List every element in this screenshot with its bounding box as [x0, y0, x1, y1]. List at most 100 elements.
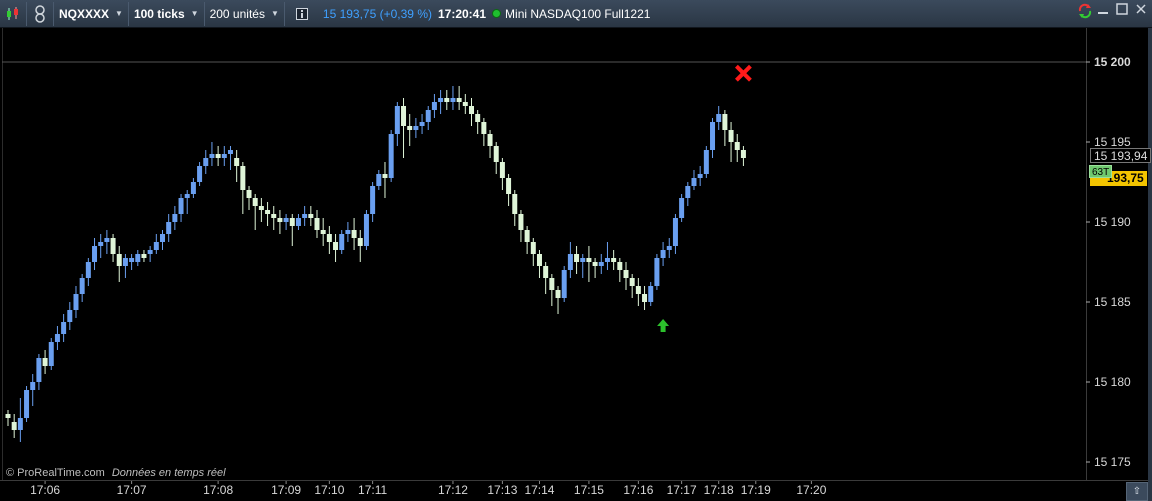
candle-body — [444, 98, 450, 102]
candle-body — [469, 106, 474, 114]
candle-body — [203, 158, 209, 166]
candle-body — [98, 242, 104, 246]
candle-body — [530, 242, 536, 254]
candle-body — [660, 250, 666, 258]
candle-body — [493, 146, 499, 162]
marker-layer — [657, 64, 752, 332]
price-axis-labels: 15 200 15 195 15 190 15 185 15 180 15 175 — [1086, 55, 1131, 469]
candle-body — [30, 382, 36, 390]
price-tick-label: 15 180 — [1094, 375, 1131, 389]
candle-body — [419, 122, 425, 126]
candle-body — [357, 238, 363, 246]
candle-body — [518, 214, 524, 230]
candle-body — [308, 214, 314, 218]
candle-body — [648, 286, 654, 302]
price-tick-label: 15 175 — [1094, 455, 1131, 469]
candle-body — [740, 150, 746, 158]
candle-body — [382, 174, 388, 178]
candle-body — [524, 230, 530, 242]
candle-body — [561, 270, 567, 298]
candle-body — [580, 258, 586, 262]
candle-body — [604, 258, 610, 262]
watermark-site: © ProRealTime.com — [6, 467, 105, 479]
candle-body — [172, 214, 178, 222]
candle-body — [567, 254, 573, 270]
candle-body — [629, 278, 635, 286]
candle-body — [104, 238, 110, 242]
watermark-tagline: Données en temps réel — [111, 467, 226, 479]
buy-arrow-icon — [657, 319, 670, 332]
time-axis-labels: 17:06 17:07 17:08 17:09 17:10 17:11 17:12 17:13… — [30, 481, 827, 497]
candle-body — [252, 198, 258, 206]
candle-body — [413, 126, 419, 130]
candle-body — [320, 230, 326, 234]
price-tick-label: 15 190 — [1094, 215, 1131, 229]
candle-body — [147, 250, 153, 254]
candle-layer — [5, 86, 746, 442]
candle-body — [376, 174, 382, 186]
time-tick-label: 17:09 — [271, 483, 301, 497]
candle-body — [339, 234, 345, 250]
candle-body — [536, 254, 542, 266]
candle-body — [265, 210, 271, 214]
candle-body — [370, 186, 376, 214]
candlestick-chart: 15 200 15 195 15 190 15 185 15 180 15 175 17:… — [2, 55, 1131, 497]
candle-body — [394, 106, 400, 134]
candle-body — [215, 154, 221, 158]
candle-body — [425, 110, 431, 122]
candle-body — [431, 102, 437, 110]
candle-body — [110, 238, 116, 254]
candle-body — [85, 262, 91, 278]
time-tick-label: 17:12 — [438, 483, 468, 497]
time-tick-label: 17:13 — [487, 483, 517, 497]
candle-body — [487, 134, 493, 146]
candle-body — [42, 358, 48, 366]
candle-body — [722, 114, 728, 130]
candle-body — [5, 414, 11, 418]
candle-body — [481, 122, 487, 134]
candle-body — [475, 114, 481, 122]
candle-body — [295, 218, 301, 226]
candle-body — [586, 258, 592, 262]
candle-body — [499, 162, 505, 178]
candle-body — [271, 214, 277, 218]
candle-body — [462, 102, 468, 106]
candle-body — [679, 198, 685, 218]
candle-body — [61, 322, 67, 334]
time-tick-label: 17:08 — [203, 483, 233, 497]
candle-body — [11, 422, 17, 430]
candle-body — [36, 358, 42, 382]
candle-body — [178, 198, 184, 214]
time-tick-label: 17:16 — [623, 483, 653, 497]
candle-body — [209, 154, 215, 158]
price-tick-label: 15 195 — [1094, 135, 1131, 149]
time-tick-label: 17:11 — [358, 483, 387, 497]
candle-body — [555, 290, 561, 298]
candle-body — [363, 214, 369, 246]
candle-body — [703, 150, 709, 174]
candle-body — [611, 258, 617, 262]
candle-body — [326, 234, 332, 242]
candle-body — [438, 98, 444, 102]
candle-body — [635, 286, 641, 294]
candle-body — [543, 266, 549, 278]
candle-body — [67, 310, 73, 322]
candle-body — [54, 334, 60, 342]
candle-body — [302, 214, 308, 218]
candle-body — [234, 158, 240, 166]
candle-body — [672, 218, 678, 246]
time-tick-label: 17:10 — [314, 483, 344, 497]
candle-body — [153, 242, 159, 250]
candle-body — [623, 270, 629, 278]
candle-body — [728, 130, 734, 142]
candle-body — [17, 418, 23, 430]
candle-body — [617, 262, 623, 270]
candle-body — [401, 106, 407, 126]
candle-body — [345, 230, 351, 234]
candle-body — [289, 218, 295, 226]
candle-body — [73, 294, 79, 310]
candle-body — [654, 258, 660, 286]
price-tick-label: 15 200 — [1094, 55, 1131, 69]
candle-body — [246, 190, 252, 198]
candle-body — [685, 186, 691, 198]
